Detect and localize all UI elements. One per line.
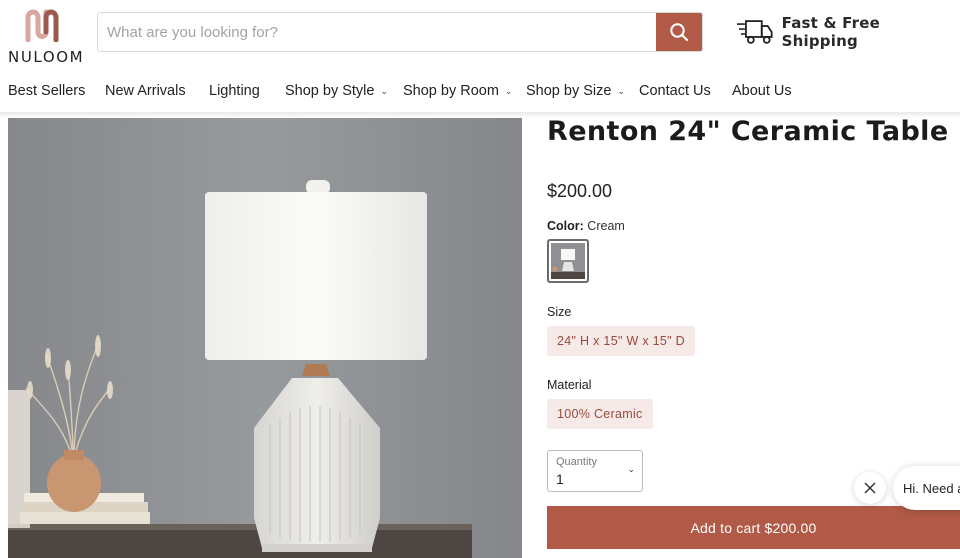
site-header: NULOOM Fast & Free Shipping <box>0 0 960 116</box>
nav-about-us[interactable]: About Us <box>732 83 792 99</box>
add-to-cart-button[interactable]: Add to cart $200.00 <box>547 506 960 549</box>
search-bar <box>97 12 703 52</box>
nav-label: Best Sellers <box>8 83 86 99</box>
chat-close-button[interactable] <box>854 472 886 504</box>
nav-shop-by-style[interactable]: Shop by Style ⌄ <box>285 83 388 99</box>
nav-shop-by-size[interactable]: Shop by Size ⌄ <box>526 83 625 99</box>
swatch-thumbnail <box>551 243 585 279</box>
chat-greeting-bubble[interactable]: Hi. Need a <box>893 466 960 510</box>
brand-name: NULOOM <box>8 48 85 66</box>
search-icon <box>670 23 689 42</box>
chevron-down-icon: ⌄ <box>617 85 625 96</box>
main-nav: Best Sellers New Arrivals Lighting Shop … <box>0 70 960 112</box>
product-price: $200.00 <box>547 181 613 201</box>
chevron-down-icon: ⌄ <box>504 85 513 96</box>
size-option[interactable]: 24" H x 15" W x 15" D <box>547 326 695 356</box>
quantity-select[interactable]: Quantity 1 ⌄ <box>547 450 643 492</box>
brand-logo[interactable]: NULOOM <box>8 6 83 66</box>
nav-label: Lighting <box>209 83 260 99</box>
nav-contact-us[interactable]: Contact Us <box>639 83 711 99</box>
nav-shop-by-room[interactable]: Shop by Room ⌄ <box>403 83 512 99</box>
nav-new-arrivals[interactable]: New Arrivals <box>105 83 186 99</box>
material-option[interactable]: 100% Ceramic <box>547 399 653 429</box>
nav-label: New Arrivals <box>105 83 186 99</box>
color-swatch-cream[interactable] <box>547 239 589 283</box>
nav-label: Contact Us <box>639 83 711 99</box>
nav-label: Shop by Room <box>403 83 499 99</box>
nav-label: About Us <box>732 83 792 99</box>
color-value: Cream <box>587 219 625 233</box>
logo-mark-icon <box>25 9 59 42</box>
nav-best-sellers[interactable]: Best Sellers <box>8 83 85 99</box>
nav-lighting[interactable]: Lighting <box>209 83 260 99</box>
size-label: Size <box>547 305 572 319</box>
product-title: Renton 24" Ceramic Table Lamp <box>547 116 960 147</box>
chat-greeting-text: Hi. Need a <box>903 480 960 496</box>
color-row: Color: Cream <box>547 219 625 233</box>
color-label: Color: <box>547 219 584 233</box>
nav-label: Shop by Size <box>526 83 612 99</box>
search-button[interactable] <box>656 13 702 51</box>
product-image[interactable] <box>8 118 522 558</box>
material-label: Material <box>547 378 592 392</box>
chevron-down-icon: ⌄ <box>627 464 635 474</box>
quantity-value: 1 <box>556 471 564 487</box>
page: NULOOM Fast & Free Shipping <box>0 0 960 558</box>
quantity-label: Quantity <box>556 456 597 468</box>
lamp-photo <box>8 118 522 558</box>
shipping-label: Fast & Free Shipping <box>781 14 880 50</box>
free-shipping-banner: Fast & Free Shipping <box>736 14 960 50</box>
truck-icon <box>736 20 773 44</box>
chevron-down-icon: ⌄ <box>380 85 389 96</box>
close-icon <box>864 482 876 494</box>
nav-label: Shop by Style <box>285 83 375 99</box>
search-input[interactable] <box>98 13 657 51</box>
